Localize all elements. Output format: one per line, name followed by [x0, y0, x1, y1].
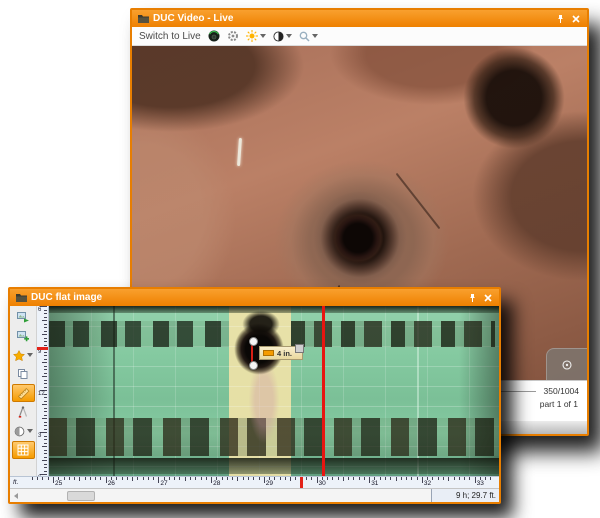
measure-ruler-button[interactable]: [11, 384, 35, 402]
flat-toolbar: [10, 306, 37, 476]
switch-to-live-button[interactable]: Switch to Live: [139, 31, 201, 42]
horizontal-distance-ruler: ft. 25 26 27 28 29 30 31 32 33: [10, 476, 499, 488]
measurement-handle[interactable]: [249, 337, 258, 346]
scrollbar-thumb[interactable]: [67, 491, 95, 501]
measurement-tooltip[interactable]: 4 in.: [259, 344, 304, 360]
flat-image-window: DUC flat image 6 9 12 3 4 in. ft. 25 26 …: [8, 287, 501, 504]
measurement-handle[interactable]: [249, 361, 258, 370]
measurement-value: 4 in.: [277, 348, 293, 358]
dropdown-caret-icon[interactable]: [27, 353, 33, 357]
dropdown-caret-icon[interactable]: [259, 34, 266, 38]
pin-icon[interactable]: [466, 292, 478, 304]
flat-image-view[interactable]: 4 in.: [49, 306, 499, 476]
video-overlay-button[interactable]: [546, 348, 587, 380]
folder-icon: [137, 13, 149, 25]
target-icon: [562, 359, 572, 370]
flat-bottom-bar: 9 h; 29.7 ft.: [10, 488, 499, 502]
pipe-crack: [395, 172, 441, 230]
grid-view-button[interactable]: [11, 441, 35, 459]
position-status: 9 h; 29.7 ft.: [431, 489, 499, 502]
pin-icon[interactable]: [554, 13, 566, 25]
export-image-button[interactable]: [12, 308, 35, 326]
window-title: DUC Video - Live: [153, 13, 234, 24]
horizontal-scrollbar[interactable]: [10, 489, 431, 502]
contrast-icon[interactable]: [273, 30, 292, 42]
pipe-highlight-streak: [237, 137, 242, 167]
caliper-measure-button[interactable]: [12, 403, 35, 421]
scroll-left-icon[interactable]: [14, 493, 18, 499]
video-titlebar[interactable]: DUC Video - Live: [132, 10, 587, 27]
zoom-magnifier-icon[interactable]: [299, 31, 318, 42]
pano-sphere-icon[interactable]: [208, 30, 220, 42]
measurement-options-icon[interactable]: [295, 344, 304, 353]
frame-counter: 350/1004: [543, 386, 579, 396]
video-toolbar: Switch to Live: [132, 27, 587, 46]
current-position-line: [321, 306, 325, 476]
close-icon[interactable]: [570, 13, 582, 25]
vertical-clock-ruler: 691236: [37, 306, 49, 476]
close-icon[interactable]: [482, 292, 494, 304]
add-image-button[interactable]: [12, 327, 35, 345]
contrast-adjust-button[interactable]: [12, 422, 35, 440]
dropdown-caret-icon[interactable]: [26, 429, 33, 433]
settings-gear-icon[interactable]: [227, 30, 239, 42]
desktop: DUC Video - Live Switch to Live 350/1004…: [0, 0, 600, 518]
flat-titlebar[interactable]: DUC flat image: [10, 289, 499, 306]
brightness-sun-icon[interactable]: [245, 30, 266, 42]
window-title: DUC flat image: [31, 292, 103, 303]
dropdown-caret-icon[interactable]: [311, 34, 318, 38]
copy-pages-button[interactable]: [12, 365, 35, 383]
folder-icon: [15, 292, 27, 304]
star-rating-button[interactable]: [12, 346, 35, 364]
dropdown-caret-icon[interactable]: [285, 34, 292, 38]
mini-ruler-icon: [263, 350, 274, 356]
